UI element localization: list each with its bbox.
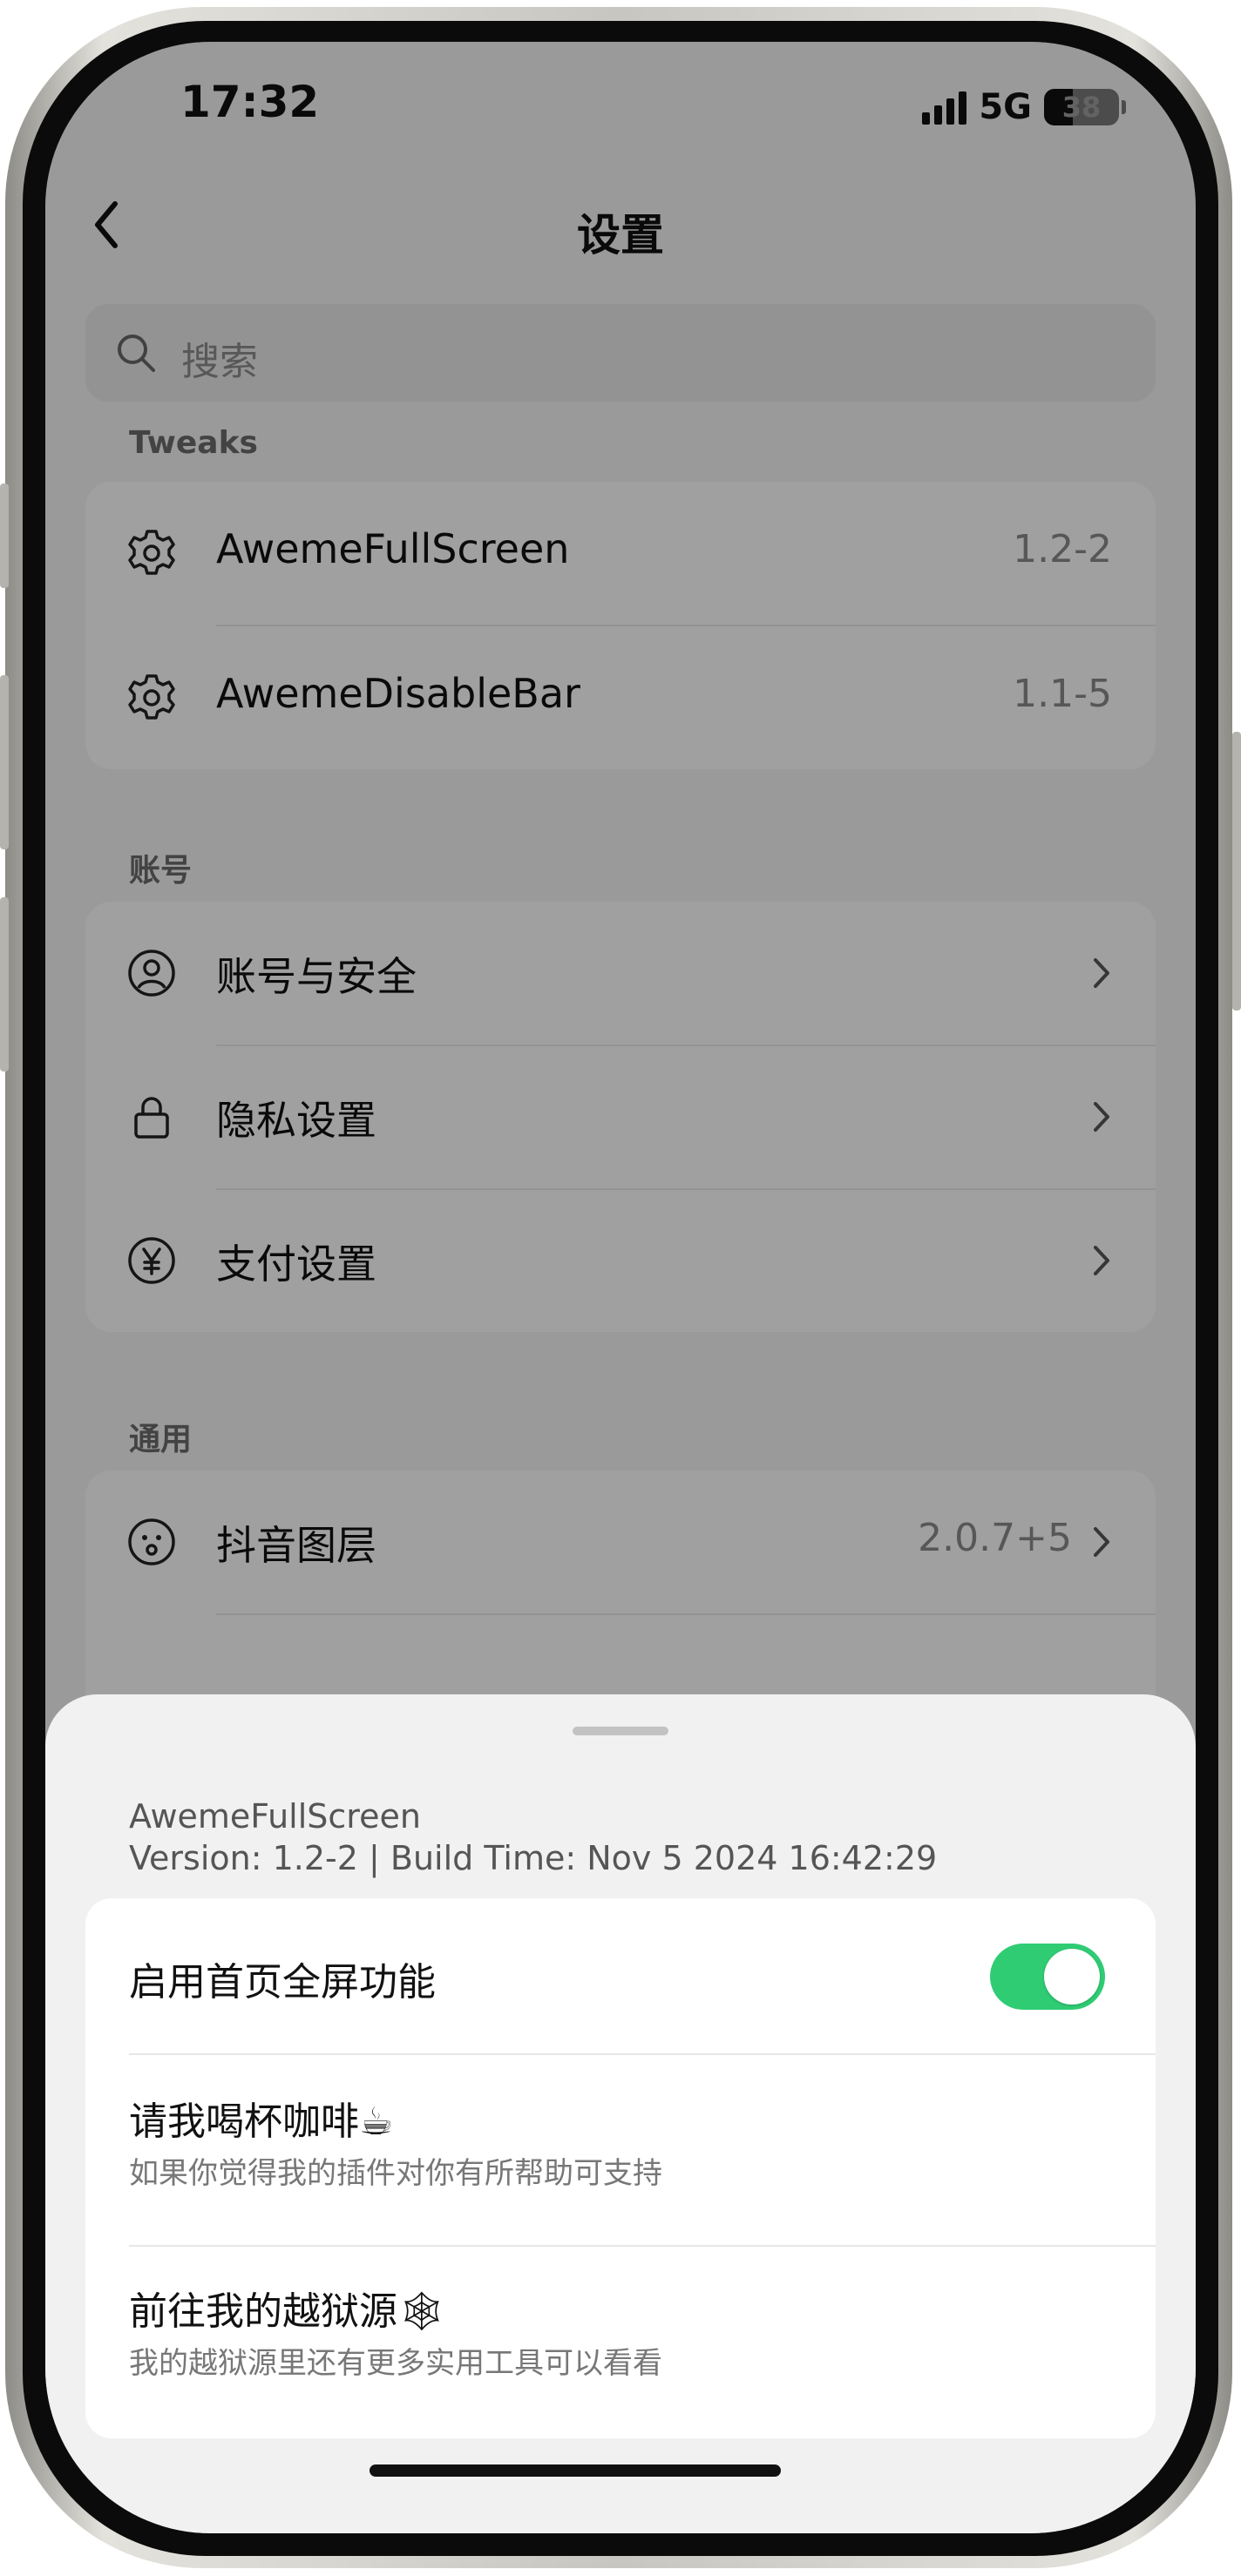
option-title: 前往我的越狱源🕸 bbox=[129, 2289, 446, 2334]
search-input[interactable]: 搜索 bbox=[85, 304, 1156, 402]
row-label: 账号与安全 bbox=[216, 953, 417, 1000]
nav-header: 设置 bbox=[45, 181, 1196, 268]
chevron-right-icon bbox=[1094, 1246, 1109, 1275]
general-row-douyin-layer[interactable]: 抖音图层 2.0.7+5 bbox=[85, 1471, 1156, 1613]
fullscreen-toggle[interactable] bbox=[990, 1944, 1105, 2010]
gear-icon bbox=[128, 674, 175, 720]
option-buy-coffee[interactable]: 请我喝杯咖啡☕ 如果你觉得我的插件对你有所帮助可支持 bbox=[85, 2055, 1156, 2245]
bottom-sheet: AwemeFullScreen Version: 1.2-2 | Build T… bbox=[45, 1694, 1196, 2533]
chevron-right-icon bbox=[1094, 958, 1109, 988]
action-button bbox=[0, 483, 9, 588]
option-jailbreak-repo[interactable]: 前往我的越狱源🕸 我的越狱源里还有更多实用工具可以看看 bbox=[85, 2247, 1156, 2438]
tweak-row-awemefullscreen[interactable]: AwemeFullScreen 1.2-2 bbox=[85, 482, 1156, 625]
chevron-right-icon bbox=[1094, 1527, 1109, 1557]
tweak-version: 1.2-2 bbox=[1013, 527, 1112, 571]
section-label-tweaks: Tweaks bbox=[129, 425, 258, 461]
row-label: 支付设置 bbox=[216, 1241, 376, 1288]
section-label-general: 通用 bbox=[129, 1422, 193, 1457]
search-placeholder: 搜索 bbox=[181, 340, 258, 384]
row-version: 2.0.7+5 bbox=[918, 1516, 1072, 1560]
user-circle-icon bbox=[128, 950, 175, 997]
option-title: 启用首页全屏功能 bbox=[129, 1960, 436, 2005]
gear-icon bbox=[128, 530, 175, 575]
tweak-row-awemedisablebar[interactable]: AwemeDisableBar 1.1-5 bbox=[85, 626, 1156, 769]
tweak-label: AwemeFullScreen bbox=[216, 525, 570, 572]
status-bar: 17:32 5G 38 bbox=[45, 42, 1196, 172]
chevron-right-icon bbox=[1094, 1102, 1109, 1132]
sheet-grabber[interactable] bbox=[573, 1727, 668, 1735]
account-row-security[interactable]: 账号与安全 bbox=[85, 902, 1156, 1045]
tweak-version: 1.1-5 bbox=[1013, 672, 1112, 716]
option-subtitle: 如果你觉得我的插件对你有所帮助可支持 bbox=[129, 2156, 662, 2191]
account-row-privacy[interactable]: 隐私设置 bbox=[85, 1045, 1156, 1188]
row-label: 隐私设置 bbox=[216, 1097, 376, 1144]
network-type: 5G bbox=[979, 87, 1032, 127]
power-button bbox=[1232, 732, 1241, 1011]
divider bbox=[216, 1613, 1156, 1615]
screen: 17:32 5G 38 设置 搜索 Tweaks AwemeFullScreen… bbox=[45, 42, 1196, 2533]
option-subtitle: 我的越狱源里还有更多实用工具可以看看 bbox=[129, 2346, 662, 2381]
status-time: 17:32 bbox=[180, 77, 320, 127]
battery-icon: 38 bbox=[1044, 89, 1126, 125]
page-title: 设置 bbox=[577, 210, 664, 260]
toggle-knob bbox=[1044, 1949, 1100, 2005]
option-enable-fullscreen[interactable]: 启用首页全屏功能 bbox=[85, 1898, 1156, 2053]
status-indicators: 5G 38 bbox=[922, 87, 1126, 127]
sheet-tweak-name: AwemeFullScreen bbox=[129, 1797, 421, 1836]
battery-level: 38 bbox=[1061, 91, 1102, 124]
face-icon bbox=[128, 1518, 175, 1565]
tweaks-card: AwemeFullScreen 1.2-2 AwemeDisableBar 1.… bbox=[85, 482, 1156, 769]
volume-up-button bbox=[0, 675, 9, 849]
option-title: 请我喝杯咖啡☕ bbox=[129, 2099, 394, 2144]
account-card: 账号与安全 隐私设置 支付设置 bbox=[85, 902, 1156, 1332]
tweak-label: AwemeDisableBar bbox=[216, 670, 580, 717]
yen-circle-icon bbox=[128, 1237, 175, 1284]
home-indicator[interactable] bbox=[370, 2464, 781, 2477]
volume-down-button bbox=[0, 897, 9, 1072]
row-label: 抖音图层 bbox=[216, 1522, 376, 1569]
sheet-version-info: Version: 1.2-2 | Build Time: Nov 5 2024 … bbox=[129, 1839, 938, 1877]
account-row-payment[interactable]: 支付设置 bbox=[85, 1189, 1156, 1332]
section-label-account: 账号 bbox=[129, 853, 193, 889]
cellular-signal-icon bbox=[922, 90, 967, 125]
search-icon bbox=[118, 335, 155, 372]
lock-icon bbox=[134, 1097, 169, 1139]
sheet-options-card: 启用首页全屏功能 请我喝杯咖啡☕ 如果你觉得我的插件对你有所帮助可支持 前往我的… bbox=[85, 1898, 1156, 2438]
